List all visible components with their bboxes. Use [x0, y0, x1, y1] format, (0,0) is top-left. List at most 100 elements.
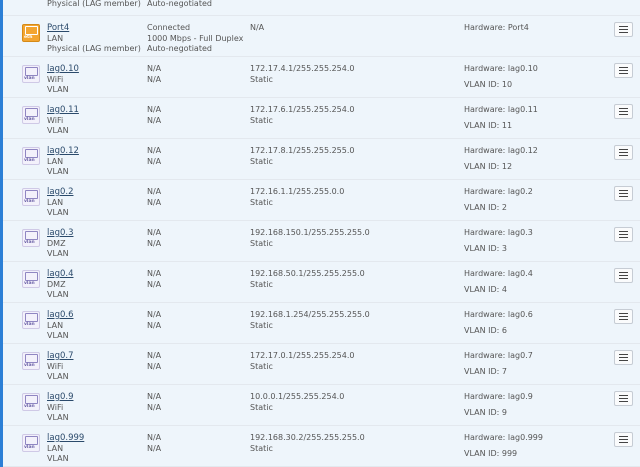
vlan-icon: vlan [22, 352, 40, 370]
interface-name-link[interactable]: lag0.11 [47, 105, 79, 115]
interface-vlan-id: VLAN ID: 12 [464, 161, 513, 171]
interface-name-link[interactable]: lag0.10 [47, 64, 79, 74]
interface-status: N/A [147, 351, 162, 360]
interface-name-link[interactable]: Port4 [47, 23, 69, 33]
interface-type: VLAN [47, 167, 69, 176]
interface-icon-cell: vlan [22, 147, 42, 167]
interface-status: N/A [147, 146, 162, 155]
interface-name-link[interactable]: lag0.7 [47, 351, 73, 361]
ethernet-icon: eth [22, 24, 40, 42]
table-row[interactable]: vlan lag0.999 LAN VLAN N/A N/A 192.168.30.2/25… [3, 426, 640, 467]
interface-type: VLAN [47, 126, 69, 135]
interface-status: N/A [147, 310, 162, 319]
hamburger-menu-icon [619, 149, 628, 158]
hamburger-menu-icon [619, 108, 628, 117]
interface-type: Physical (LAG member) [47, 44, 141, 53]
interface-speed: N/A [147, 279, 162, 289]
table-row[interactable]: eth Port4 LAN Physical (LAG member) Connecte… [3, 16, 640, 57]
row-menu-button[interactable] [614, 145, 633, 160]
interface-name-link[interactable]: lag0.9 [47, 392, 73, 402]
interface-vlan-id: VLAN ID: 10 [464, 79, 513, 89]
interface-speed: N/A [147, 197, 162, 207]
interface-negotiation: Auto-negotiated [147, 44, 212, 53]
interface-ip-address: 172.17.4.1/255.255.254.0 [250, 64, 355, 73]
vlan-icon: vlan [22, 65, 40, 83]
interface-speed: N/A [147, 74, 162, 84]
interface-ip-mode: Static [250, 402, 273, 412]
table-row[interactable]: vlan lag0.7 WiFi VLAN N/A N/A 172.17.0.1/255.2… [3, 344, 640, 385]
interface-ip-mode: Static [250, 238, 273, 248]
interface-ip-address: 192.168.150.1/255.255.255.0 [250, 228, 370, 237]
interface-ip-address: 192.168.50.1/255.255.255.0 [250, 269, 365, 278]
interface-hardware: Hardware: lag0.12 [464, 146, 538, 155]
hamburger-menu-icon [619, 272, 628, 281]
interface-status: N/A [147, 105, 162, 114]
interface-speed: N/A [147, 238, 162, 248]
row-menu-button[interactable] [614, 186, 633, 201]
interface-ip-mode: Static [250, 320, 273, 330]
interface-vlan-id: VLAN ID: 6 [464, 325, 507, 335]
interface-ip-address: 172.17.0.1/255.255.254.0 [250, 351, 355, 360]
row-menu-button[interactable] [614, 227, 633, 242]
hamburger-menu-icon [619, 354, 628, 363]
row-menu-button[interactable] [614, 268, 633, 283]
interface-type: VLAN [47, 372, 69, 381]
interface-hardware: Hardware: lag0.999 [464, 433, 543, 442]
interface-hardware: Hardware: lag0.3 [464, 228, 533, 237]
interface-zone: DMZ [47, 238, 66, 248]
interface-type: VLAN [47, 85, 69, 94]
interface-zone: WiFi [47, 361, 64, 371]
interface-vlan-id: VLAN ID: 999 [464, 448, 518, 458]
row-menu-button[interactable] [614, 309, 633, 324]
table-row[interactable]: vlan lag0.4 DMZ VLAN N/A N/A 192.168.50.1/255.… [3, 262, 640, 303]
interface-icon-cell: vlan [22, 65, 42, 85]
interface-vlan-id: VLAN ID: 9 [464, 407, 507, 417]
row-menu-button[interactable] [614, 63, 633, 78]
interface-name-link[interactable]: lag0.3 [47, 228, 73, 238]
interface-hardware: Hardware: lag0.4 [464, 269, 533, 278]
interface-speed: N/A [147, 361, 162, 371]
interface-speed: N/A [147, 443, 162, 453]
interface-zone: LAN [47, 33, 64, 43]
table-row[interactable]: vlan lag0.3 DMZ VLAN N/A N/A 192.168.150.1/255… [3, 221, 640, 262]
table-row[interactable]: vlan lag0.2 LAN VLAN N/A N/A 172.16.1.1/255.25… [3, 180, 640, 221]
interface-icon-cell: vlan [22, 393, 42, 413]
row-menu-button[interactable] [614, 104, 633, 119]
table-row[interactable]: vlan lag0.9 WiFi VLAN N/A N/A 10.0.0.1/255.255… [3, 385, 640, 426]
interface-hardware: Hardware: lag0.11 [464, 105, 538, 114]
interface-ip-mode: Static [250, 443, 273, 453]
interface-status: N/A [147, 433, 162, 442]
interface-name-link[interactable]: lag0.12 [47, 146, 79, 156]
row-menu-button[interactable] [614, 350, 633, 365]
table-row[interactable]: vlan lag0.12 LAN VLAN N/A N/A 172.17.8.1/255.2… [3, 139, 640, 180]
interface-zone: DMZ [47, 279, 66, 289]
interface-ip-address: 172.17.6.1/255.255.254.0 [250, 105, 355, 114]
interface-speed: N/A [147, 115, 162, 125]
interface-icon-cell: vlan [22, 434, 42, 454]
interface-status: N/A [147, 64, 162, 73]
interface-ip-address: 10.0.0.1/255.255.254.0 [250, 392, 345, 401]
interface-status: Connected [147, 23, 191, 32]
interface-name-link[interactable]: lag0.999 [47, 433, 84, 443]
interface-zone: LAN [47, 443, 64, 453]
hamburger-menu-icon [619, 190, 628, 199]
interface-type: VLAN [47, 290, 69, 299]
interface-type: VLAN [47, 208, 69, 217]
interface-icon-cell: vlan [22, 229, 42, 249]
interface-speed: N/A [147, 402, 162, 412]
interface-vlan-id: VLAN ID: 3 [464, 243, 507, 253]
row-menu-button[interactable] [614, 391, 633, 406]
interface-icon-cell: vlan [22, 188, 42, 208]
interface-hardware: Hardware: lag0.2 [464, 187, 533, 196]
interface-name-link[interactable]: lag0.2 [47, 187, 73, 197]
row-menu-button[interactable] [614, 432, 633, 447]
interface-icon-cell: vlan [22, 106, 42, 126]
hamburger-menu-icon [619, 26, 628, 35]
interface-name-link[interactable]: lag0.6 [47, 310, 73, 320]
table-row[interactable]: vlan lag0.10 WiFi VLAN N/A N/A 172.17.4.1/255.… [3, 57, 640, 98]
table-row[interactable]: vlan lag0.6 LAN VLAN N/A N/A 192.168.1.254/255… [3, 303, 640, 344]
interface-name-link[interactable]: lag0.4 [47, 269, 73, 279]
row-menu-button[interactable] [614, 22, 633, 37]
table-row[interactable]: vlan lag0.11 WiFi VLAN N/A N/A 172.17.6.1/255.… [3, 98, 640, 139]
interface-ip-mode: Static [250, 279, 273, 289]
